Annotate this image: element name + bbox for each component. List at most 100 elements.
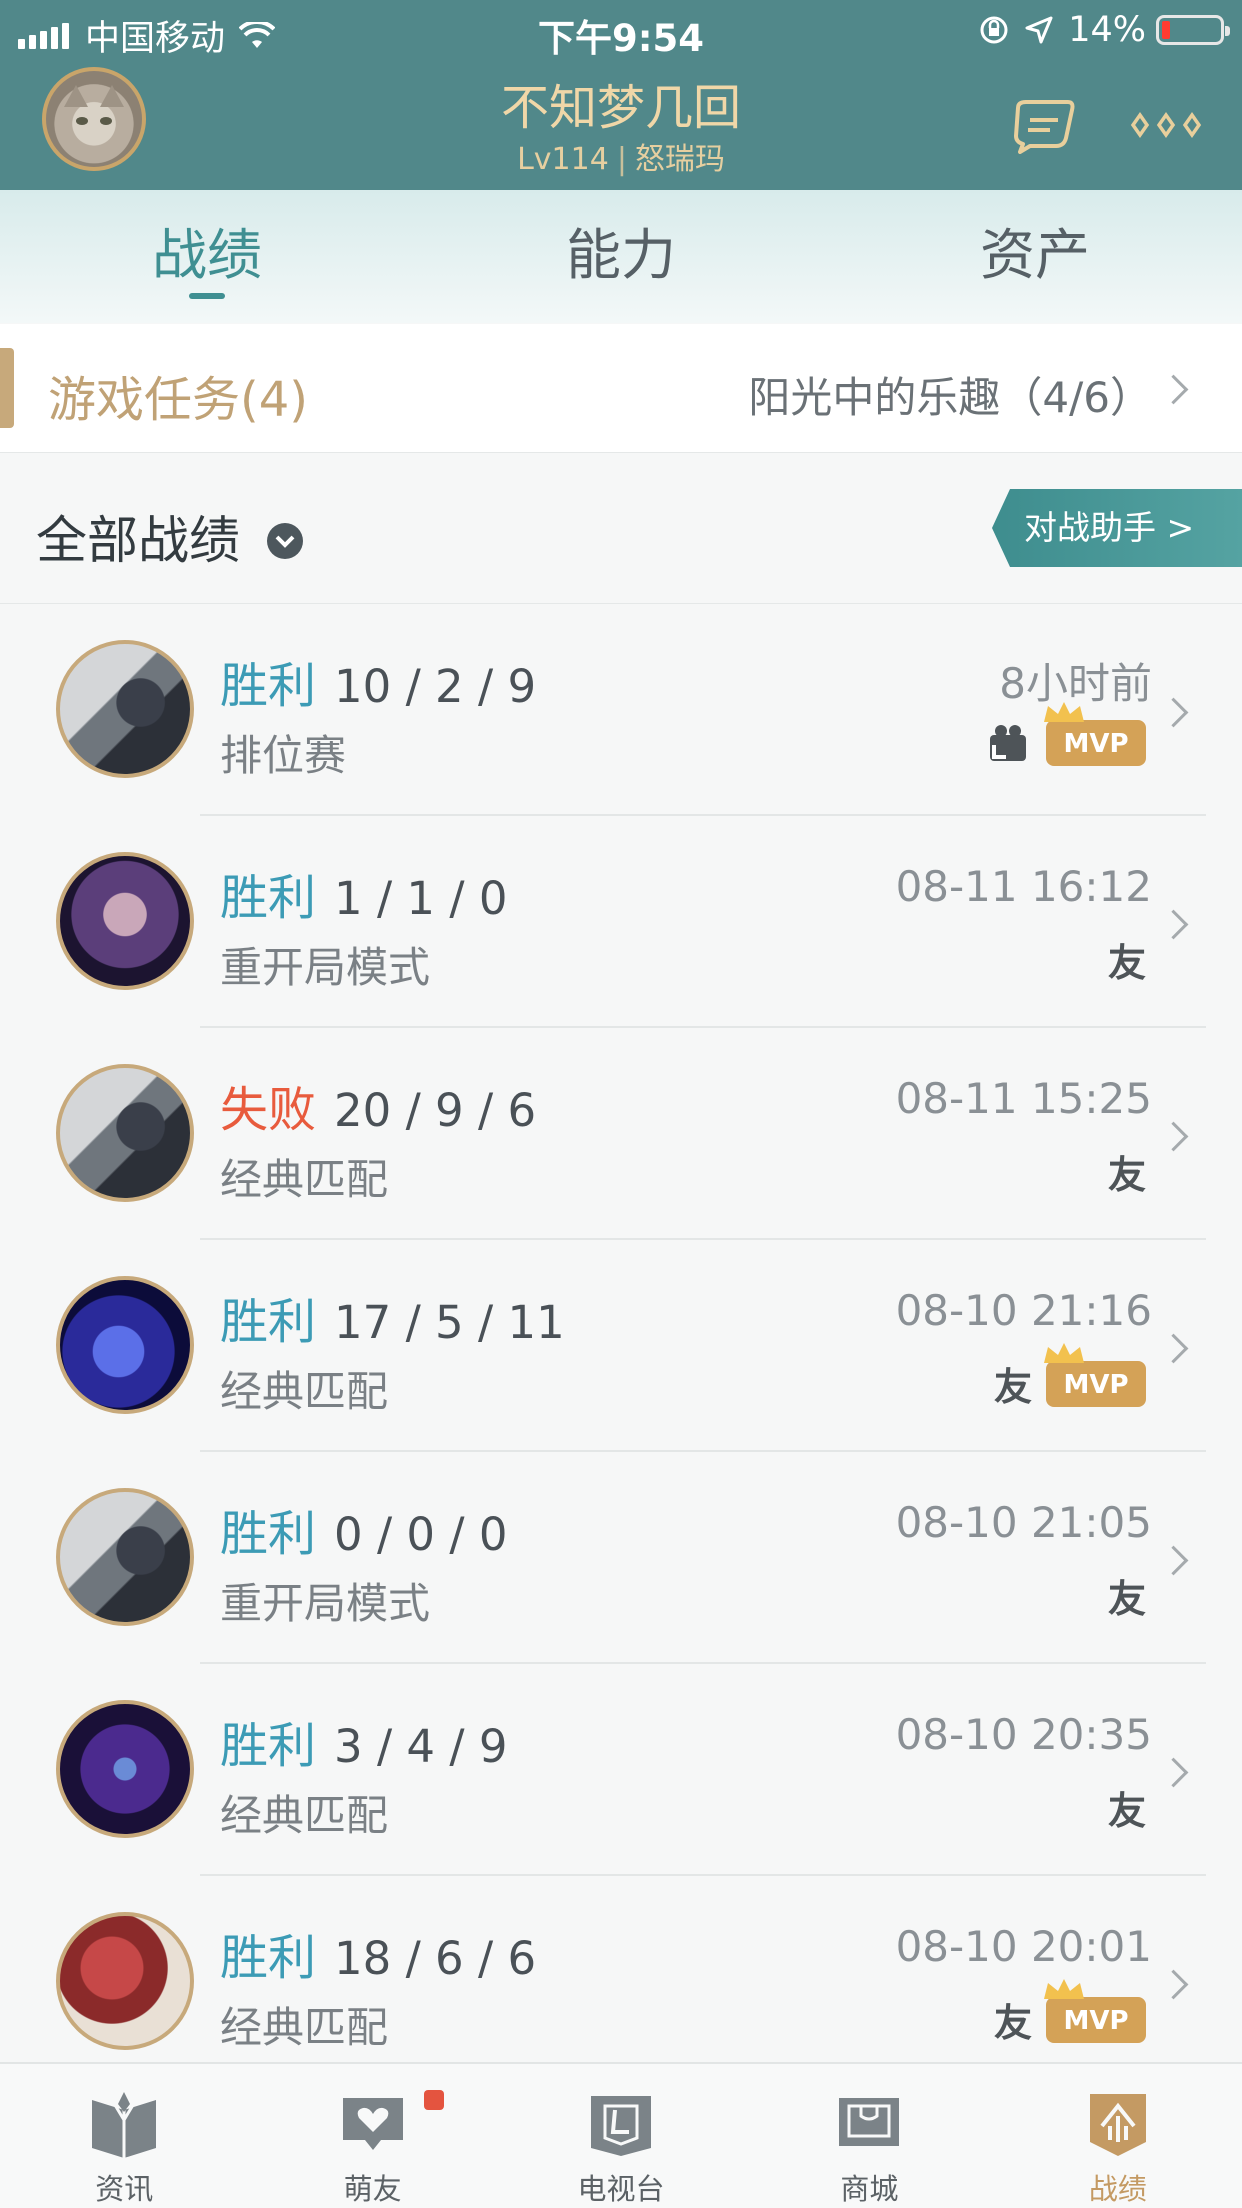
- chevron-right-icon: [1158, 1757, 1189, 1788]
- match-list: 胜利 10 / 2 / 9 排位赛 8小时前 MVP 胜利 1 / 1 / 0 …: [0, 604, 1242, 2088]
- battle-assistant-button[interactable]: 对战助手 >: [992, 489, 1242, 567]
- hero-camille-icon: [56, 1488, 194, 1626]
- match-time: 08-10 20:35: [895, 1710, 1152, 1759]
- result-label: 胜利: [220, 1294, 317, 1350]
- section-title: 全部战绩: [36, 512, 241, 571]
- badge-group: MVP: [986, 702, 1146, 766]
- tab-bar: 战绩 能力 资产: [0, 190, 1242, 323]
- tab-label: 资产: [979, 223, 1090, 287]
- match-result: 胜利 0 / 0 / 0: [220, 1494, 507, 1564]
- crown-icon: [1044, 1342, 1084, 1363]
- kda: 20 / 9 / 6: [334, 1084, 537, 1137]
- replay-icon: [990, 725, 1026, 761]
- match-row[interactable]: 失败 20 / 9 / 6 经典匹配 08-11 15:25 友: [0, 1028, 1242, 1240]
- friend-badge: 友: [993, 1365, 1032, 1409]
- result-label: 胜利: [220, 870, 317, 926]
- badge-group: 友 MVP: [980, 1978, 1146, 2047]
- match-row[interactable]: 胜利 17 / 5 / 11 经典匹配 08-10 21:16 友 MVP: [0, 1240, 1242, 1452]
- chevron-right-icon: [1158, 1969, 1189, 2000]
- profile-rank: 怒瑞玛: [634, 142, 725, 177]
- crown-icon: [1044, 1978, 1084, 1999]
- match-time: 08-10 21:16: [895, 1286, 1152, 1335]
- rotation-lock-icon: [980, 16, 1008, 44]
- friend-badge: 友: [993, 2001, 1032, 2045]
- match-row[interactable]: 胜利 1 / 1 / 0 重开局模式 08-11 16:12 友: [0, 816, 1242, 1028]
- task-title: 游戏任务(4): [48, 372, 308, 428]
- nav-friends[interactable]: 萌友: [248, 2064, 496, 2208]
- status-bar: 中国移动 下午9:54 14%: [0, 0, 1242, 60]
- active-tab-indicator: [189, 293, 225, 299]
- nav-label: 商城: [840, 2172, 899, 2206]
- mvp-badge: MVP: [1044, 702, 1146, 766]
- game-mode: 经典匹配: [220, 1791, 389, 1840]
- kda: 17 / 5 / 11: [334, 1296, 565, 1349]
- game-mode: 经典匹配: [220, 1367, 389, 1416]
- chevron-right-icon: [1158, 1333, 1189, 1364]
- badge-group: 友: [1094, 1568, 1146, 1623]
- shop-icon: [839, 2098, 900, 2146]
- friend-badge: 友: [1107, 941, 1146, 985]
- nav-label: 电视台: [577, 2172, 665, 2206]
- battery-icon: [1156, 15, 1230, 45]
- kda: 1 / 1 / 0: [334, 872, 508, 925]
- hero-camille-icon: [56, 1064, 194, 1202]
- nav-shop[interactable]: 商城: [745, 2064, 993, 2208]
- match-result: 胜利 10 / 2 / 9: [220, 646, 536, 716]
- match-result: 胜利 17 / 5 / 11: [220, 1282, 565, 1352]
- nav-tv[interactable]: 电视台: [497, 2064, 745, 2208]
- tab-assets[interactable]: 资产: [828, 190, 1242, 323]
- match-time: 08-11 15:25: [895, 1074, 1152, 1123]
- chevron-right-icon: [1158, 1121, 1189, 1152]
- dropdown-icon: [267, 523, 304, 559]
- game-mode: 经典匹配: [220, 1155, 389, 1204]
- location-icon: [1025, 16, 1053, 44]
- heart-chat-icon: [342, 2098, 403, 2150]
- tab-label: 能力: [565, 223, 676, 287]
- result-label: 胜利: [220, 1506, 317, 1562]
- match-time: 08-10 20:01: [895, 1922, 1152, 1971]
- badge-group: 友 MVP: [980, 1342, 1146, 1411]
- kda: 0 / 0 / 0: [334, 1508, 508, 1561]
- badge-group: 友: [1094, 1780, 1146, 1835]
- record-icon: [1089, 2094, 1146, 2156]
- chevron-right-icon: [1158, 697, 1189, 728]
- hero-lee-icon: [56, 1912, 194, 2050]
- records-header: 全部战绩 对战助手 >: [0, 453, 1242, 604]
- nav-news[interactable]: 资讯: [0, 2064, 248, 2208]
- game-mode: 经典匹配: [220, 2003, 389, 2052]
- mvp-badge: MVP: [1044, 1978, 1146, 2043]
- game-task-row[interactable]: 游戏任务(4) 阳光中的乐趣（4/6）: [0, 324, 1242, 453]
- result-label: 胜利: [220, 658, 317, 714]
- mvp-label: MVP: [1063, 729, 1129, 759]
- match-row[interactable]: 胜利 10 / 2 / 9 排位赛 8小时前 MVP: [0, 604, 1242, 816]
- crown-icon: [1044, 702, 1084, 722]
- all-records-filter[interactable]: 全部战绩: [36, 499, 304, 573]
- chevron-right-icon: [1158, 909, 1189, 940]
- profile-level: Lv114: [517, 142, 609, 177]
- book-icon: [92, 2092, 157, 2158]
- nav-records[interactable]: 战绩: [994, 2064, 1242, 2208]
- nav-label: 萌友: [343, 2172, 402, 2206]
- message-icon[interactable]: [1010, 98, 1080, 154]
- header: 中国移动 下午9:54 14% 不知梦几回 Lv114 | 怒瑞玛: [0, 0, 1242, 190]
- match-result: 胜利 3 / 4 / 9: [220, 1706, 507, 1776]
- hero-kaisa-icon: [56, 852, 194, 990]
- chevron-right-icon: [1158, 1545, 1189, 1576]
- tab-ability[interactable]: 能力: [414, 190, 828, 323]
- match-row[interactable]: 胜利 0 / 0 / 0 重开局模式 08-10 21:05 友: [0, 1452, 1242, 1664]
- badge-group: 友: [1094, 932, 1146, 987]
- match-row[interactable]: 胜利 3 / 4 / 9 经典匹配 08-10 20:35 友: [0, 1664, 1242, 1876]
- hero-camille-icon: [56, 640, 194, 778]
- hero-aurelion-icon: [56, 1276, 194, 1414]
- badge-group: 友: [1094, 1144, 1146, 1199]
- match-result: 胜利 1 / 1 / 0: [220, 858, 507, 928]
- match-result: 胜利 18 / 6 / 6: [220, 1918, 536, 1988]
- tab-record[interactable]: 战绩: [0, 190, 414, 323]
- more-options-icon[interactable]: [1128, 110, 1204, 140]
- tab-label: 战绩: [151, 223, 262, 287]
- bottom-nav: 资讯 萌友 电视台 商城 战绩: [0, 2062, 1242, 2208]
- friend-badge: 友: [1107, 1153, 1146, 1197]
- game-mode: 排位赛: [220, 731, 347, 780]
- match-row[interactable]: 胜利 18 / 6 / 6 经典匹配 08-10 20:01 友 MVP: [0, 1876, 1242, 2088]
- tv-icon: [591, 2096, 652, 2156]
